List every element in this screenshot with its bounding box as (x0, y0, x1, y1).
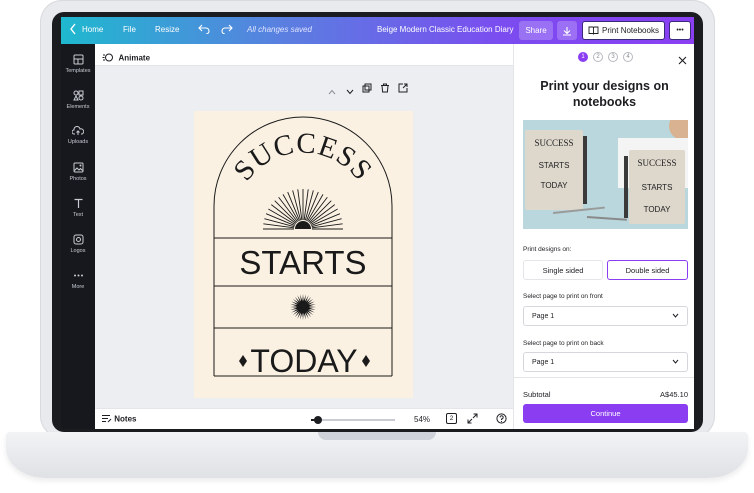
animate-icon (102, 53, 113, 62)
close-icon[interactable] (678, 52, 687, 70)
design-word-today: TODAY (250, 343, 357, 379)
sidebar-item-more[interactable]: More (61, 264, 95, 298)
single-sided-option[interactable]: Single sided (523, 260, 603, 280)
chevron-down-icon (672, 311, 679, 320)
step-indicator-1: 1 (578, 52, 588, 62)
download-icon (563, 26, 571, 36)
document-title[interactable]: Beige Modern Classic Education Diary (377, 25, 514, 34)
logo-badge-icon (73, 234, 83, 245)
delete-page-icon[interactable] (380, 80, 390, 98)
print-notebooks-label: Print Notebooks (602, 26, 659, 35)
print-notebooks-button[interactable]: Print Notebooks (582, 21, 665, 40)
double-sided-option[interactable]: Double sided (607, 260, 688, 280)
file-menu[interactable]: File (123, 25, 136, 34)
sidebar-item-elements[interactable]: Elements (61, 84, 95, 118)
download-button[interactable] (557, 21, 577, 40)
sidebar-label-photos: Photos (69, 176, 87, 182)
more-options-button[interactable]: ••• (669, 21, 691, 40)
sidebar-label-templates: Templates (65, 68, 91, 74)
sidebar-item-uploads[interactable]: Uploads (61, 120, 95, 154)
left-sidebar: Templates Elements Uploads Photos Text L… (61, 44, 95, 429)
home-button[interactable]: Home (82, 25, 103, 34)
back-page-select[interactable]: Page 1 (523, 352, 688, 372)
svg-text:SUCCESS: SUCCESS (227, 127, 378, 187)
save-status: All changes saved (247, 25, 312, 34)
sidebar-label-elements: Elements (66, 104, 90, 110)
more-dots-icon (73, 274, 83, 277)
book-icon (588, 26, 599, 35)
page-collapse-icon[interactable] (328, 82, 336, 100)
print-panel: 1 2 3 4 Print your designs on notebooks … (513, 44, 694, 429)
starburst-graphic (290, 294, 316, 320)
resize-button[interactable]: Resize (155, 25, 179, 34)
animate-button[interactable]: Animate (102, 49, 150, 67)
step-indicator-4: 4 (623, 52, 633, 62)
front-page-select[interactable]: Page 1 (523, 306, 688, 326)
add-page-icon[interactable] (398, 80, 408, 98)
zoom-level[interactable]: 54% (414, 415, 430, 424)
zoom-slider-track[interactable] (311, 416, 395, 424)
bottom-bar: Notes 54% 2 (95, 408, 513, 429)
notebook2-word-3: TODAY (644, 205, 671, 214)
page-expand-icon[interactable] (346, 82, 354, 100)
panel-footer: Subtotal A$45.10 Continue (514, 377, 694, 429)
image-icon (73, 162, 83, 173)
text-icon (74, 198, 82, 208)
back-chevron-icon[interactable] (69, 23, 77, 37)
sidebar-label-more: More (71, 284, 85, 290)
sidebar-label-logos: Logos (70, 248, 86, 254)
sidebar-label-uploads: Uploads (67, 139, 89, 145)
elements-icon (72, 90, 83, 101)
sidebar-item-logos[interactable]: Logos (61, 228, 95, 262)
share-button[interactable]: Share (519, 21, 553, 40)
sidebar-item-templates[interactable]: Templates (61, 48, 95, 82)
undo-icon[interactable] (198, 24, 210, 36)
notebook-product-image: SUCCESS STARTS TODAY SUCCESS STARTS TODA… (523, 120, 688, 229)
sidebar-label-text: Text (72, 212, 84, 218)
notes-icon (102, 415, 112, 423)
subtotal-label: Subtotal (523, 390, 551, 399)
notes-button[interactable]: Notes (101, 414, 136, 423)
animate-label: Animate (118, 53, 151, 63)
notebook2-word-2: STARTS (642, 183, 673, 192)
back-page-label: Select page to print on back (523, 340, 604, 347)
continue-button[interactable]: Continue (523, 404, 688, 423)
chevron-down-icon (672, 357, 679, 366)
panel-title: Print your designs on notebooks (540, 79, 669, 109)
front-page-label: Select page to print on front (523, 293, 603, 300)
top-bar: Home File Resize All changes saved Beige… (61, 17, 694, 44)
sidebar-item-photos[interactable]: Photos (61, 156, 95, 190)
redo-icon[interactable] (221, 24, 233, 36)
front-page-value: Page 1 (532, 313, 555, 320)
notebook2-word-1: SUCCESS (637, 158, 676, 168)
page-count-button[interactable]: 2 (446, 413, 457, 424)
sunburst-graphic (263, 189, 343, 230)
subtotal-value: A$45.10 (660, 390, 688, 399)
fullscreen-icon[interactable] (467, 413, 478, 426)
templates-icon (73, 54, 83, 65)
design-page[interactable]: SUCCESS STARTS TODAY (194, 111, 413, 398)
help-icon[interactable] (496, 413, 507, 426)
design-artwork: SUCCESS STARTS TODAY (213, 116, 393, 379)
back-page-value: Page 1 (532, 359, 555, 366)
duplicate-page-icon[interactable] (362, 80, 372, 98)
animate-toolbar: Animate (95, 44, 513, 66)
notes-label: Notes (114, 414, 137, 424)
design-word-success: SUCCESS (227, 127, 377, 187)
notebook-word-2: STARTS (539, 161, 570, 170)
step-indicator-2: 2 (593, 52, 603, 62)
laptop-notch (318, 432, 436, 440)
notebook-word-1: SUCCESS (534, 138, 573, 148)
canvas-area: Animate SUCCESS STARTS TODAY Notes 54% 2 (95, 44, 513, 429)
step-indicator-3: 3 (608, 52, 618, 62)
notebook-word-3: TODAY (541, 181, 568, 190)
print-on-label: Print designs on: (523, 246, 572, 253)
app-screen: Home File Resize All changes saved Beige… (61, 17, 694, 429)
design-word-starts: STARTS (239, 244, 366, 281)
cloud-upload-icon (72, 126, 84, 135)
sidebar-item-text[interactable]: Text (61, 192, 95, 226)
zoom-slider-handle[interactable] (313, 416, 322, 424)
